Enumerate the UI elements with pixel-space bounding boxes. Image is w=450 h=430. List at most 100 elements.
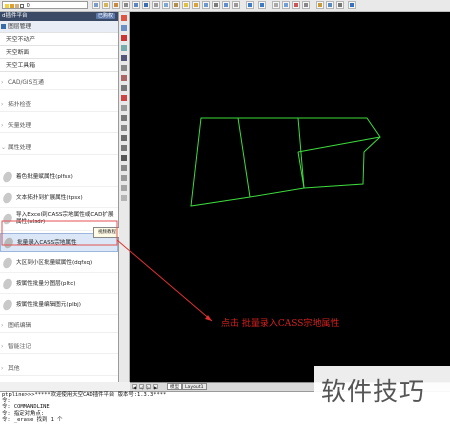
print-button[interactable] xyxy=(122,1,130,9)
chevron-right-icon: › xyxy=(1,79,4,86)
section-cross-section[interactable]: 天空断面 xyxy=(0,47,118,59)
subgroup-attributes[interactable]: ⌄ 属性处理 xyxy=(0,141,118,155)
redo-button[interactable] xyxy=(258,1,266,9)
leaf-icon xyxy=(3,299,12,311)
top-toolbar: 0 xyxy=(0,0,450,12)
pencil-button[interactable] xyxy=(112,1,120,9)
zoom-realtime-button[interactable] xyxy=(202,1,210,9)
trim-icon[interactable] xyxy=(121,105,127,111)
copy-icon[interactable] xyxy=(121,25,127,31)
panel-title: d插件平台 xyxy=(2,13,28,19)
tool-palette-button[interactable] xyxy=(292,1,300,9)
properties-button[interactable] xyxy=(272,1,280,9)
section-label: 图层管理 xyxy=(8,24,32,30)
leaf-icon xyxy=(4,237,13,249)
join-icon[interactable] xyxy=(121,135,127,141)
command-item-plfsx[interactable]: 着色批量赋属性(plfsx) xyxy=(0,168,118,187)
lock-icon xyxy=(15,3,19,8)
leaf-icon xyxy=(3,213,12,225)
watermark: 软件技巧 xyxy=(314,366,450,414)
command-item-dqfxq[interactable]: 大区到小区批量赋属性(dqfxq) xyxy=(0,254,118,273)
scale-icon[interactable] xyxy=(121,85,127,91)
command-item-pltc[interactable]: 按属性批量分图层(pltc) xyxy=(0,275,118,294)
layer-dropdown[interactable]: 0 xyxy=(2,1,88,9)
zoom-previous-button[interactable] xyxy=(222,1,230,9)
match-properties-button[interactable] xyxy=(182,1,190,9)
leaf-icon xyxy=(3,192,12,204)
section-layer-management[interactable]: 图层管理 xyxy=(0,21,118,33)
zoom-extents-button[interactable] xyxy=(232,1,240,9)
calc-button[interactable] xyxy=(326,1,334,9)
next-tab-button[interactable]: ▷ xyxy=(146,384,151,390)
panel-header: d插件平台 已购权 xyxy=(0,12,118,21)
prev-tab-button[interactable]: ◁ xyxy=(139,384,144,390)
instruction-annotation: 点击 批量录入CASS宗地属性 xyxy=(221,319,340,329)
erase-icon[interactable] xyxy=(121,15,127,21)
command-label: 文本拓扑到扩展属性(tpsx) xyxy=(16,195,83,201)
extend-icon[interactable] xyxy=(121,115,127,121)
fillet-icon[interactable] xyxy=(121,155,127,161)
leaf-icon xyxy=(3,278,12,290)
chevron-right-icon: › xyxy=(1,365,4,372)
edit-button[interactable] xyxy=(316,1,324,9)
subgroup-label: 其他 xyxy=(8,366,20,372)
layer-name: 0 xyxy=(26,3,30,9)
subgroup-cad-gis[interactable]: › CAD/GIS互通 xyxy=(0,76,118,90)
section-real-estate[interactable]: 天空不动产 xyxy=(0,34,118,46)
help-button[interactable] xyxy=(348,1,356,9)
move-icon[interactable] xyxy=(121,65,127,71)
cut-button[interactable] xyxy=(152,1,160,9)
rotate-icon[interactable] xyxy=(121,75,127,81)
folder-icon xyxy=(1,24,6,29)
layer-props-button[interactable] xyxy=(92,1,100,9)
lightbulb-icon xyxy=(5,3,9,8)
save-button[interactable] xyxy=(142,1,150,9)
video-tutorial-tooltip[interactable]: 视频教程 xyxy=(93,227,121,238)
subgroup-smart-annotation[interactable]: › 智能注记 xyxy=(0,340,118,354)
chevron-right-icon: › xyxy=(1,343,4,350)
subgroup-topology[interactable]: › 拓扑检查 xyxy=(0,98,118,112)
section-toolbox[interactable]: 天空工具箱 xyxy=(0,60,118,72)
chevron-right-icon: › xyxy=(1,101,4,108)
subgroup-label: 拓扑检查 xyxy=(8,102,32,108)
purchased-button[interactable]: 已购权 xyxy=(95,13,115,19)
subgroup-label: 图纸编辑 xyxy=(8,323,32,329)
offset-icon[interactable] xyxy=(121,45,127,51)
subgroup-other[interactable]: › 其他 xyxy=(0,362,118,376)
tab-model[interactable]: 模型 xyxy=(167,383,183,390)
open-button[interactable] xyxy=(102,1,110,9)
zoom-window-button[interactable] xyxy=(212,1,220,9)
line-icon[interactable] xyxy=(121,175,127,181)
polyline-icon[interactable] xyxy=(121,185,127,191)
tab-layout1[interactable]: Layout1 xyxy=(182,383,207,390)
chevron-right-icon: › xyxy=(1,322,4,329)
last-tab-button[interactable]: ▶ xyxy=(153,384,158,390)
subgroup-drawing-edit[interactable]: › 图纸编辑 xyxy=(0,319,118,333)
subgroup-vector[interactable]: › 矢量处理 xyxy=(0,119,118,133)
command-label: 按属性批量编辑图元(plbj) xyxy=(16,302,81,308)
break-icon[interactable] xyxy=(121,125,127,131)
array-icon[interactable] xyxy=(121,55,127,61)
curve-icon[interactable] xyxy=(121,195,127,201)
settings-button[interactable] xyxy=(336,1,344,9)
section-label: 天空工具箱 xyxy=(6,63,35,69)
design-center-button[interactable] xyxy=(282,1,290,9)
copy-button[interactable] xyxy=(162,1,170,9)
pan-button[interactable] xyxy=(192,1,200,9)
command-label: 大区到小区批量赋属性(dqfxq) xyxy=(16,260,93,266)
modify-toolbar xyxy=(119,12,130,382)
command-item-tpsx[interactable]: 文本拓扑到扩展属性(tpsx) xyxy=(0,189,118,208)
section-label: 天空不动产 xyxy=(6,37,35,43)
section-label: 天空断面 xyxy=(6,50,30,56)
chamfer-icon[interactable] xyxy=(121,145,127,151)
stretch-icon[interactable] xyxy=(121,95,127,101)
leaf-icon xyxy=(3,257,12,269)
markup-button[interactable] xyxy=(302,1,310,9)
paste-button[interactable] xyxy=(172,1,180,9)
explode-icon[interactable] xyxy=(121,165,127,171)
undo-button[interactable] xyxy=(246,1,254,9)
mirror-icon[interactable] xyxy=(121,35,127,41)
preview-button[interactable] xyxy=(132,1,140,9)
first-tab-button[interactable]: ◀ xyxy=(132,384,137,390)
command-item-plbj[interactable]: 按属性批量编辑图元(plbj) xyxy=(0,296,118,315)
